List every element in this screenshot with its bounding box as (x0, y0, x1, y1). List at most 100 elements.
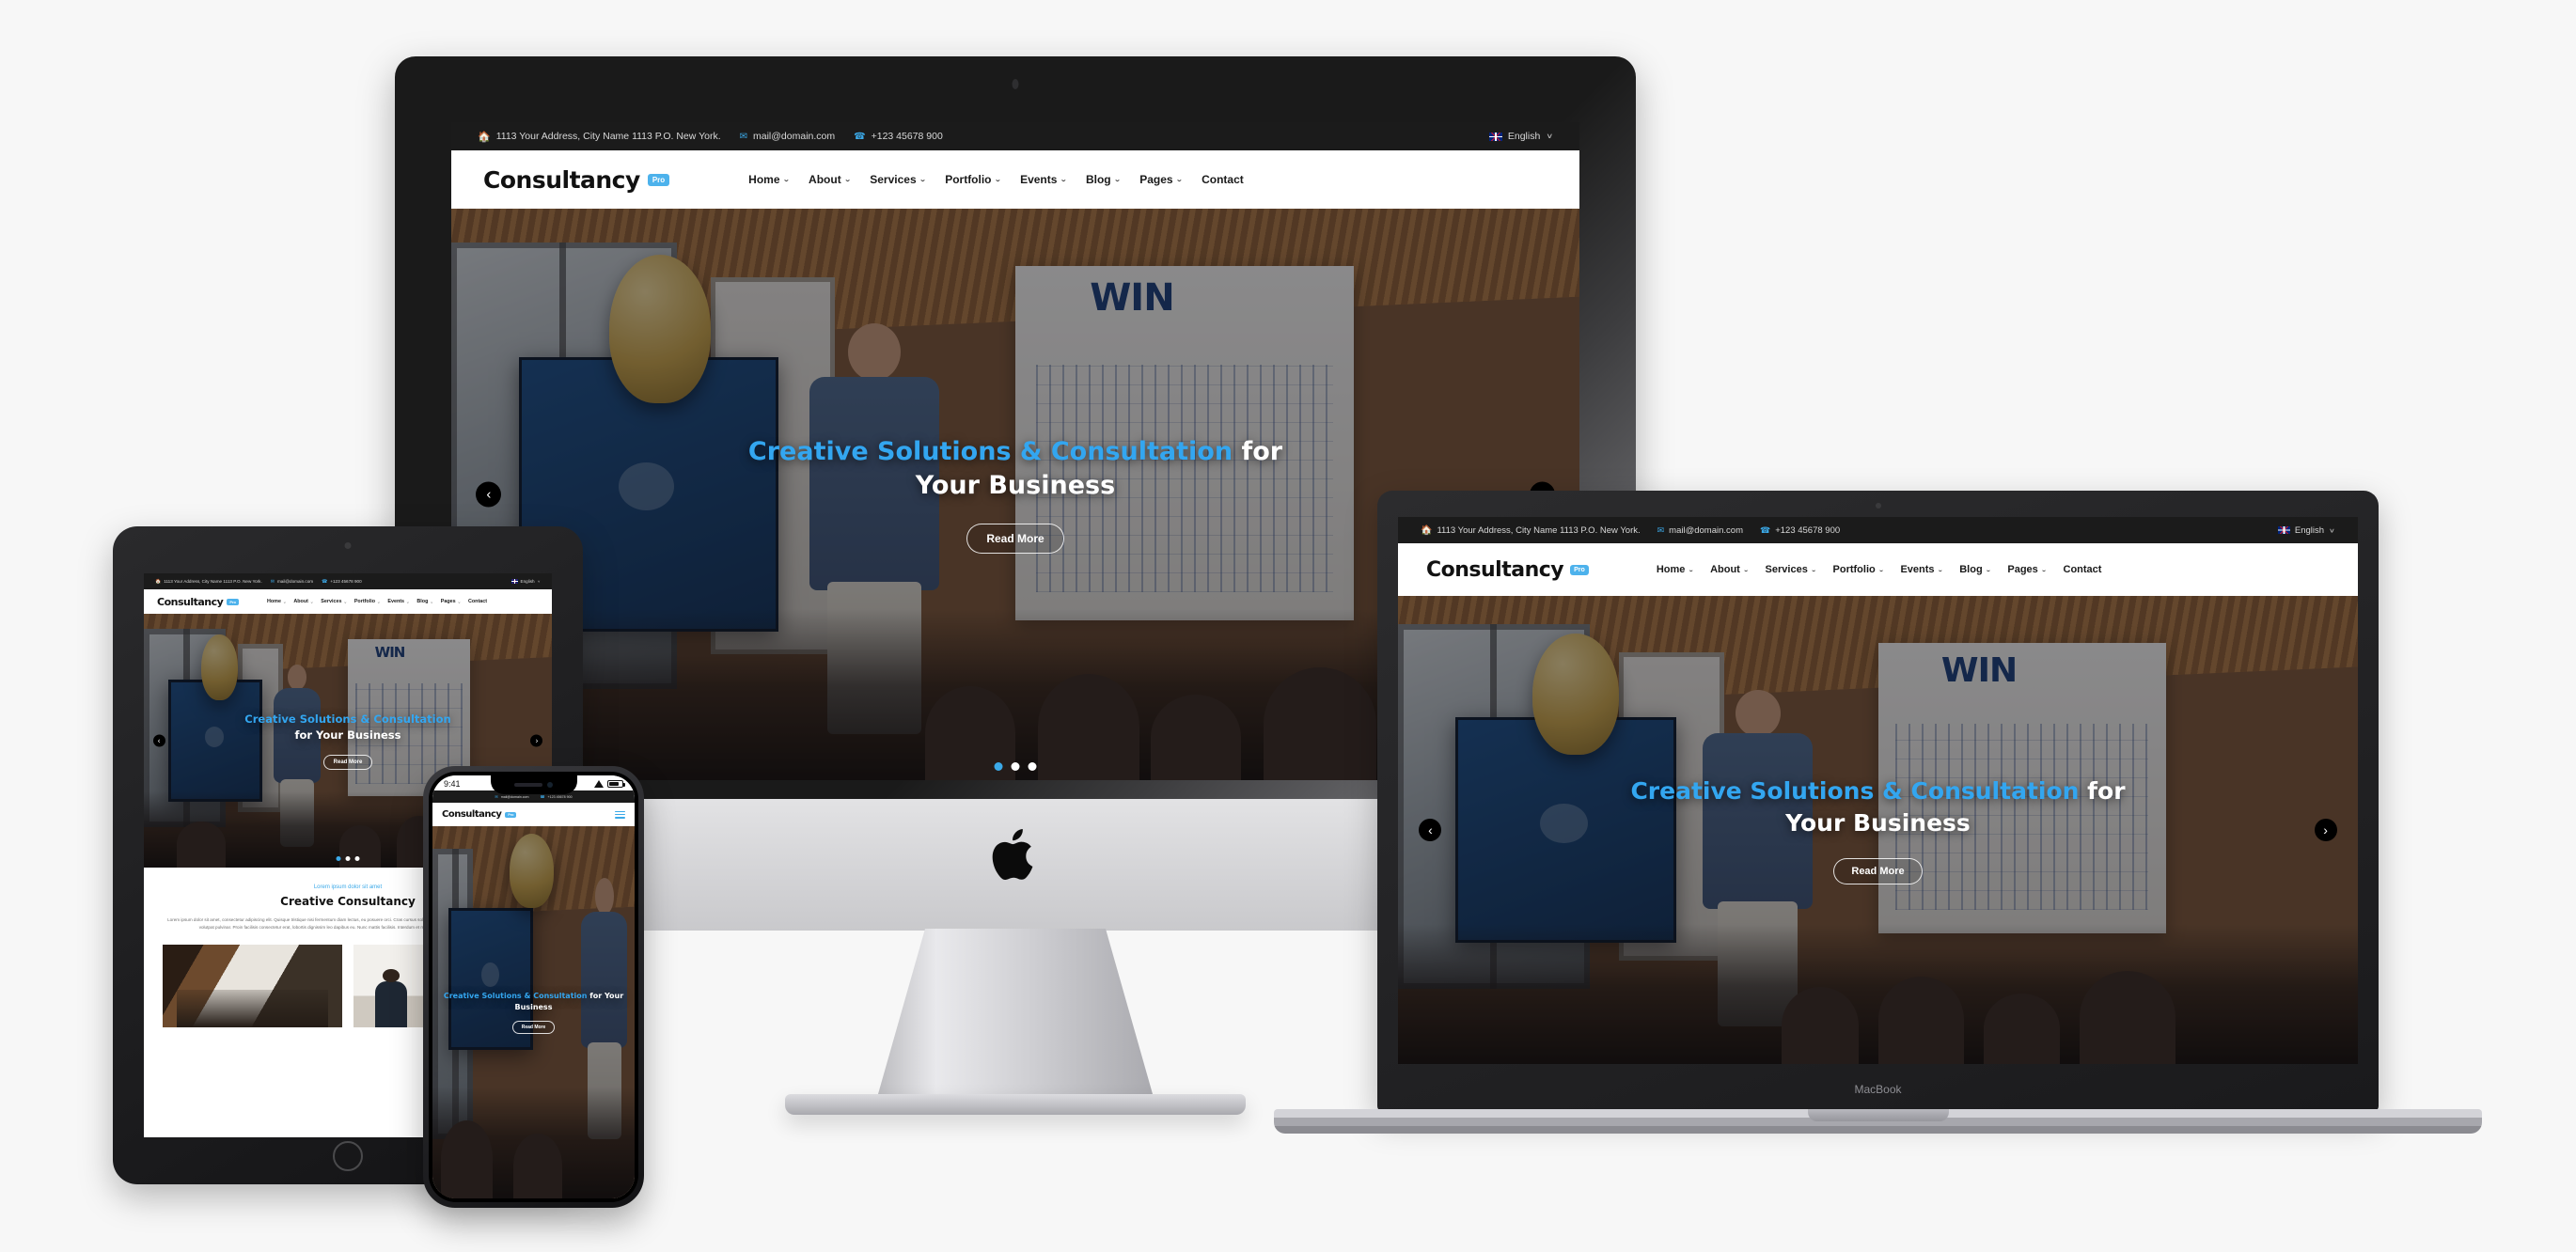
iphone-inner-bezel: 9:41 ✉ mail@domain.com ☎ +123 45678 900 … (429, 772, 638, 1202)
chevron-down-icon: ⌄ (1985, 566, 1992, 573)
brand-badge: Pro (1570, 564, 1589, 575)
nav-item-home[interactable]: Home ⌄ (1657, 564, 1694, 575)
home-icon: 🏠 (155, 578, 162, 585)
nav-item-events[interactable]: Events ⌄ (1020, 173, 1067, 186)
chevron-down-icon: ⌄ (1937, 566, 1944, 573)
topbar-phone[interactable]: ☎ +123 45678 900 (322, 579, 362, 585)
hero-read-more-button[interactable]: Read More (1833, 857, 1923, 884)
hero-headline-accent: Creative Solutions & Consultation (747, 436, 1233, 466)
carousel-prev-button[interactable]: ‹ (1419, 819, 1442, 841)
brand-badge: Pro (647, 173, 670, 186)
hero-read-more-button[interactable]: Read More (966, 524, 1064, 555)
nav-item-pages[interactable]: Pages ⌄ (441, 599, 461, 604)
carousel-prev-button[interactable]: ‹ (152, 734, 165, 747)
carousel-dot-3[interactable] (1028, 762, 1037, 771)
topbar-email[interactable]: ✉ mail@domain.com (495, 794, 528, 799)
macbook-camera-icon (1875, 503, 1881, 509)
gallery-image-meeting (163, 945, 342, 1028)
hero-read-more-button[interactable]: Read More (322, 755, 373, 771)
nav-item-contact[interactable]: Contact (468, 599, 487, 604)
language-switcher[interactable]: English ∨ (2277, 524, 2335, 536)
carousel-dot-1[interactable] (336, 856, 341, 861)
carousel-dot-2[interactable] (1011, 762, 1020, 771)
carousel-next-button[interactable]: › (2314, 819, 2337, 841)
topbar-address: 🏠 1113 Your Address, City Name 1113 P.O.… (478, 131, 721, 143)
website-laptop: 🏠 1113 Your Address, City Name 1113 P.O.… (1398, 517, 2358, 1064)
topbar-address: 🏠 1113 Your Address, City Name 1113 P.O.… (155, 579, 262, 585)
carousel-dot-1[interactable] (994, 762, 1003, 771)
brand-logo[interactable]: Consultancy Pro (483, 166, 670, 194)
brand-name: Consultancy (1426, 557, 1564, 582)
hero-headline-line2: Your Business (1785, 809, 1971, 837)
envelope-icon: ✉ (495, 794, 498, 799)
iphone-viewport: 9:41 ✉ mail@domain.com ☎ +123 45678 900 … (432, 775, 635, 1198)
topbar-email[interactable]: ✉ mail@domain.com (271, 579, 313, 585)
carousel-dot-3[interactable] (354, 856, 360, 861)
topbar-phone-text: +123 45678 900 (871, 131, 943, 142)
topbar-address-text: 1113 Your Address, City Name 1113 P.O. N… (495, 131, 721, 142)
nav-item-pages[interactable]: Pages ⌄ (1139, 173, 1183, 186)
topbar-phone-text: +123 45678 900 (330, 579, 362, 584)
nav-item-contact[interactable]: Contact (2064, 564, 2102, 575)
chevron-down-icon: ⌄ (430, 600, 433, 603)
carousel-next-button[interactable]: › (530, 734, 543, 747)
nav-item-services[interactable]: Services ⌄ (870, 173, 926, 186)
topbar-email[interactable]: ✉ mail@domain.com (740, 131, 836, 142)
nav-item-events[interactable]: Events ⌄ (1900, 564, 1943, 575)
carousel-dot-2[interactable] (345, 856, 351, 861)
nav-item-home[interactable]: Home ⌄ (748, 173, 790, 186)
nav-item-pages[interactable]: Pages ⌄ (2007, 564, 2047, 575)
nav-item-about[interactable]: About ⌄ (293, 599, 313, 604)
nav-item-blog[interactable]: Blog ⌄ (1959, 564, 1991, 575)
carousel-prev-button[interactable]: ‹ (476, 481, 502, 508)
language-switcher[interactable]: English ∨ (510, 579, 541, 585)
chevron-down-icon: ⌄ (457, 600, 461, 603)
hamburger-menu-icon[interactable] (615, 810, 625, 819)
chevron-down-icon: ⌄ (406, 600, 410, 603)
envelope-icon: ✉ (739, 131, 748, 142)
chevron-down-icon: ⌄ (282, 600, 287, 603)
hero-headline-accent: Creative Solutions & Consultation (443, 991, 588, 1000)
battery-icon (607, 780, 625, 788)
nav-item-portfolio[interactable]: Portfolio ⌄ (1833, 564, 1885, 575)
nav-item-blog[interactable]: Blog ⌄ (1086, 173, 1121, 186)
nav-item-services[interactable]: Services ⌄ (1766, 564, 1817, 575)
chevron-down-icon: ⌄ (843, 176, 852, 183)
iphone-notch (490, 775, 577, 794)
language-switcher[interactable]: English ∨ (1488, 131, 1553, 142)
top-info-bar: 🏠 1113 Your Address, City Name 1113 P.O.… (144, 573, 552, 589)
topbar-email[interactable]: ✉ mail@domain.com (1657, 525, 1743, 536)
nav-label: Services (870, 173, 917, 186)
hero-headline: Creative Solutions & Consultation for Yo… (1630, 775, 2125, 839)
chevron-down-icon: ⌄ (1060, 176, 1067, 183)
topbar-phone[interactable]: ☎ +123 45678 900 (1760, 525, 1840, 536)
brand-logo[interactable]: Consultancy Pro (1426, 558, 1589, 582)
nav-label: Contact (1202, 173, 1244, 186)
brand-logo[interactable]: Consultancy Pro (442, 809, 517, 820)
language-label: English (2294, 524, 2325, 536)
nav-label: Pages (1139, 173, 1173, 186)
topbar-phone[interactable]: ☎ +123 45678 900 (854, 131, 943, 142)
carousel-dots (336, 856, 360, 861)
chevron-down-icon: ⌄ (1742, 566, 1750, 573)
nav-item-portfolio[interactable]: Portfolio ⌄ (354, 599, 381, 604)
nav-item-home[interactable]: Home ⌄ (267, 599, 286, 604)
macbook-device: 🏠 1113 Your Address, City Name 1113 P.O.… (1274, 491, 2482, 1182)
nav-item-services[interactable]: Services ⌄ (321, 599, 347, 604)
nav-item-contact[interactable]: Contact (1202, 173, 1244, 186)
speaker-grill-icon (514, 783, 542, 787)
nav-menu: Home ⌄ About ⌄ Services ⌄ Portfolio ⌄ Events… (267, 599, 487, 604)
hero-read-more-button[interactable]: Read More (511, 1021, 556, 1035)
ipad-home-button[interactable] (333, 1141, 363, 1171)
nav-item-about[interactable]: About ⌄ (1710, 564, 1749, 575)
nav-item-portfolio[interactable]: Portfolio ⌄ (945, 173, 1001, 186)
topbar-phone[interactable]: ☎ +123 45678 900 (541, 794, 573, 799)
topbar-email-text: mail@domain.com (1669, 524, 1743, 536)
nav-item-blog[interactable]: Blog ⌄ (416, 599, 432, 604)
uk-flag-icon (2277, 526, 2290, 534)
nav-item-about[interactable]: About ⌄ (809, 173, 851, 186)
brand-logo[interactable]: Consultancy Pro (157, 596, 239, 608)
chevron-down-icon: ⌄ (782, 176, 791, 183)
nav-item-events[interactable]: Events ⌄ (387, 599, 409, 604)
hero-carousel: WIN Creative Solutions & Consultation fo… (1398, 596, 2358, 1064)
